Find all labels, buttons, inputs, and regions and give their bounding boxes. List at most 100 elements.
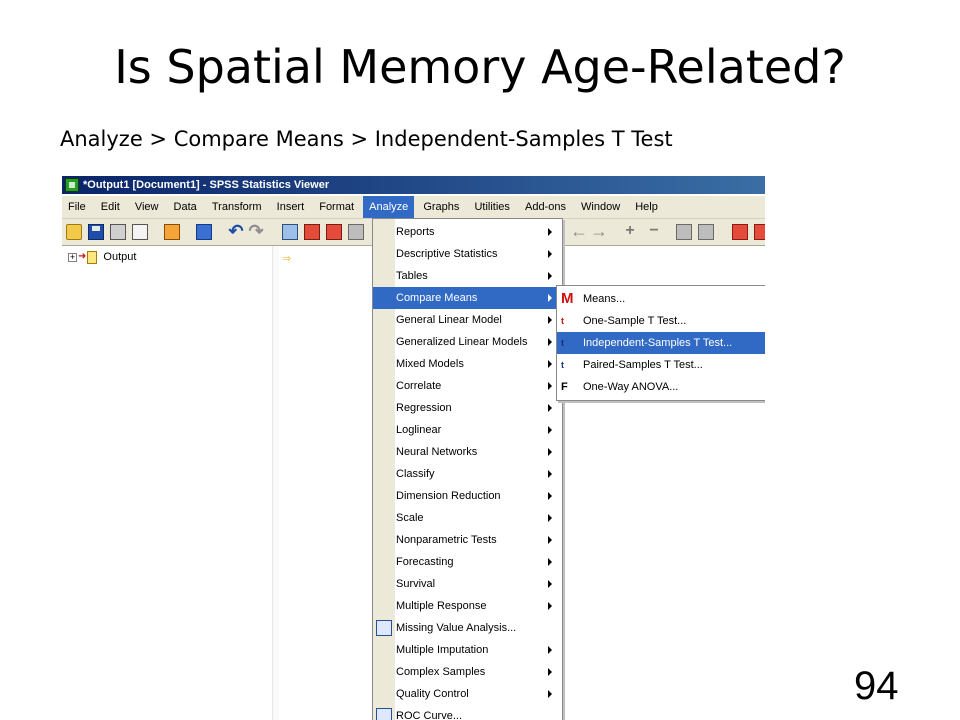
submenu-item-means[interactable]: M Means... bbox=[557, 288, 765, 310]
menu-transform[interactable]: Transform bbox=[206, 196, 268, 218]
menubar: File Edit View Data Transform Insert For… bbox=[62, 196, 765, 219]
insert-title-icon[interactable] bbox=[754, 224, 765, 240]
menu-format[interactable]: Format bbox=[313, 196, 360, 218]
menu-file[interactable]: File bbox=[62, 196, 92, 218]
menu-item-complex-samples[interactable]: Complex Samples bbox=[373, 661, 562, 683]
goto-data-icon[interactable] bbox=[282, 224, 298, 240]
print-icon[interactable] bbox=[110, 224, 126, 240]
menu-utilities[interactable]: Utilities bbox=[468, 196, 515, 218]
menu-item-label: Scale bbox=[396, 512, 424, 524]
expand-icon[interactable]: + bbox=[622, 223, 638, 240]
submenu-arrow-icon bbox=[548, 514, 552, 522]
submenu-item-one-sample-t-test[interactable]: t One-Sample T Test... bbox=[557, 310, 765, 332]
menu-item-multiple-imputation[interactable]: Multiple Imputation bbox=[373, 639, 562, 661]
submenu-item-label: One-Sample T Test... bbox=[583, 315, 687, 327]
demote-icon[interactable]: → bbox=[590, 222, 608, 240]
window-titlebar[interactable]: *Output1 [Document1] - SPSS Statistics V… bbox=[62, 176, 765, 194]
submenu-arrow-icon bbox=[548, 338, 552, 346]
menu-item-mixed-models[interactable]: Mixed Models bbox=[373, 353, 562, 375]
menu-item-label: Multiple Response bbox=[396, 600, 487, 612]
menu-item-roc-curve[interactable]: ROC Curve... bbox=[373, 705, 562, 720]
menu-item-label: Compare Means bbox=[396, 292, 478, 304]
menu-item-label: Forecasting bbox=[396, 556, 454, 568]
menu-item-reports[interactable]: Reports bbox=[373, 221, 562, 243]
save-icon[interactable] bbox=[88, 224, 104, 240]
menu-item-dimension-reduction[interactable]: Dimension Reduction bbox=[373, 485, 562, 507]
analyze-menu: Reports Descriptive Statistics Tables Co… bbox=[372, 218, 563, 720]
outline-pane: + ➜ Output bbox=[62, 246, 272, 720]
menu-item-scale[interactable]: Scale bbox=[373, 507, 562, 529]
menu-item-forecasting[interactable]: Forecasting bbox=[373, 551, 562, 573]
current-item-arrow-icon: ➜ bbox=[78, 251, 87, 263]
menu-window[interactable]: Window bbox=[575, 196, 626, 218]
menu-item-label: Loglinear bbox=[396, 424, 442, 436]
submenu-item-independent-samples-t-test[interactable]: t Independent-Samples T Test... bbox=[557, 332, 765, 354]
menu-item-label: Correlate bbox=[396, 380, 442, 392]
insert-heading-icon[interactable] bbox=[732, 224, 748, 240]
redo-icon[interactable]: ↷ bbox=[248, 222, 264, 240]
submenu-arrow-icon bbox=[548, 426, 552, 434]
variables-icon[interactable] bbox=[326, 224, 342, 240]
submenu-arrow-icon bbox=[548, 690, 552, 698]
menu-item-nonparametric-tests[interactable]: Nonparametric Tests bbox=[373, 529, 562, 551]
submenu-arrow-icon bbox=[548, 382, 552, 390]
menu-item-label: Descriptive Statistics bbox=[396, 248, 498, 260]
submenu-arrow-icon bbox=[548, 294, 552, 302]
menu-item-label: Missing Value Analysis... bbox=[396, 622, 517, 634]
roc-curve-icon bbox=[376, 708, 392, 720]
goto-case-icon[interactable] bbox=[304, 224, 320, 240]
designate-window-icon[interactable] bbox=[348, 224, 364, 240]
show-icon[interactable] bbox=[676, 224, 692, 240]
menu-item-loglinear[interactable]: Loglinear bbox=[373, 419, 562, 441]
open-folder-icon[interactable] bbox=[66, 224, 82, 240]
submenu-arrow-icon bbox=[548, 228, 552, 236]
hide-icon[interactable] bbox=[698, 224, 714, 240]
menu-item-quality-control[interactable]: Quality Control bbox=[373, 683, 562, 705]
submenu-item-one-way-anova[interactable]: F One-Way ANOVA... bbox=[557, 376, 765, 398]
independent-t-icon: t bbox=[561, 338, 564, 348]
expand-toggle-icon[interactable]: + bbox=[68, 252, 77, 262]
submenu-item-label: Means... bbox=[583, 293, 626, 305]
submenu-item-label: Paired-Samples T Test... bbox=[583, 359, 703, 371]
menu-item-general-linear-model[interactable]: General Linear Model bbox=[373, 309, 562, 331]
menu-item-correlate[interactable]: Correlate bbox=[373, 375, 562, 397]
menu-item-label: Classify bbox=[396, 468, 435, 480]
outline-root-item[interactable]: + ➜ Output bbox=[68, 250, 136, 264]
menu-analyze[interactable]: Analyze bbox=[363, 196, 415, 218]
spss-app-icon[interactable] bbox=[65, 178, 79, 192]
menu-view[interactable]: View bbox=[129, 196, 165, 218]
menu-add-ons[interactable]: Add-ons bbox=[519, 196, 572, 218]
collapse-icon[interactable]: − bbox=[646, 223, 662, 240]
slide-number: 94 bbox=[854, 664, 899, 708]
submenu-item-paired-samples-t-test[interactable]: t Paired-Samples T Test... bbox=[557, 354, 765, 376]
dialog-recall-icon[interactable] bbox=[196, 224, 212, 240]
menu-graphs[interactable]: Graphs bbox=[417, 196, 465, 218]
export-icon[interactable] bbox=[164, 224, 180, 240]
menu-item-missing-value-analysis[interactable]: Missing Value Analysis... bbox=[373, 617, 562, 639]
menu-item-multiple-response[interactable]: Multiple Response bbox=[373, 595, 562, 617]
menu-item-generalized-linear-models[interactable]: Generalized Linear Models bbox=[373, 331, 562, 353]
menu-item-regression[interactable]: Regression bbox=[373, 397, 562, 419]
menu-item-compare-means[interactable]: Compare Means bbox=[373, 287, 562, 309]
menu-item-neural-networks[interactable]: Neural Networks bbox=[373, 441, 562, 463]
menu-item-classify[interactable]: Classify bbox=[373, 463, 562, 485]
menu-data[interactable]: Data bbox=[168, 196, 203, 218]
menu-item-label: Tables bbox=[396, 270, 428, 282]
menu-item-descriptive-statistics[interactable]: Descriptive Statistics bbox=[373, 243, 562, 265]
submenu-item-label: One-Way ANOVA... bbox=[583, 381, 679, 393]
menu-item-tables[interactable]: Tables bbox=[373, 265, 562, 287]
menu-item-label: Mixed Models bbox=[396, 358, 464, 370]
menu-insert[interactable]: Insert bbox=[271, 196, 311, 218]
submenu-arrow-icon bbox=[548, 536, 552, 544]
outline-root-label: Output bbox=[103, 251, 137, 263]
menu-item-survival[interactable]: Survival bbox=[373, 573, 562, 595]
slide-subtitle: Analyze > Compare Means > Independent-Sa… bbox=[60, 127, 673, 151]
menu-item-label: ROC Curve... bbox=[396, 710, 463, 720]
undo-icon[interactable]: ↶ bbox=[228, 222, 244, 240]
promote-icon[interactable]: ← bbox=[570, 222, 588, 240]
menu-edit[interactable]: Edit bbox=[95, 196, 126, 218]
print-preview-icon[interactable] bbox=[132, 224, 148, 240]
means-icon: M bbox=[561, 290, 574, 307]
pane-splitter[interactable] bbox=[272, 246, 279, 720]
menu-help[interactable]: Help bbox=[629, 196, 664, 218]
